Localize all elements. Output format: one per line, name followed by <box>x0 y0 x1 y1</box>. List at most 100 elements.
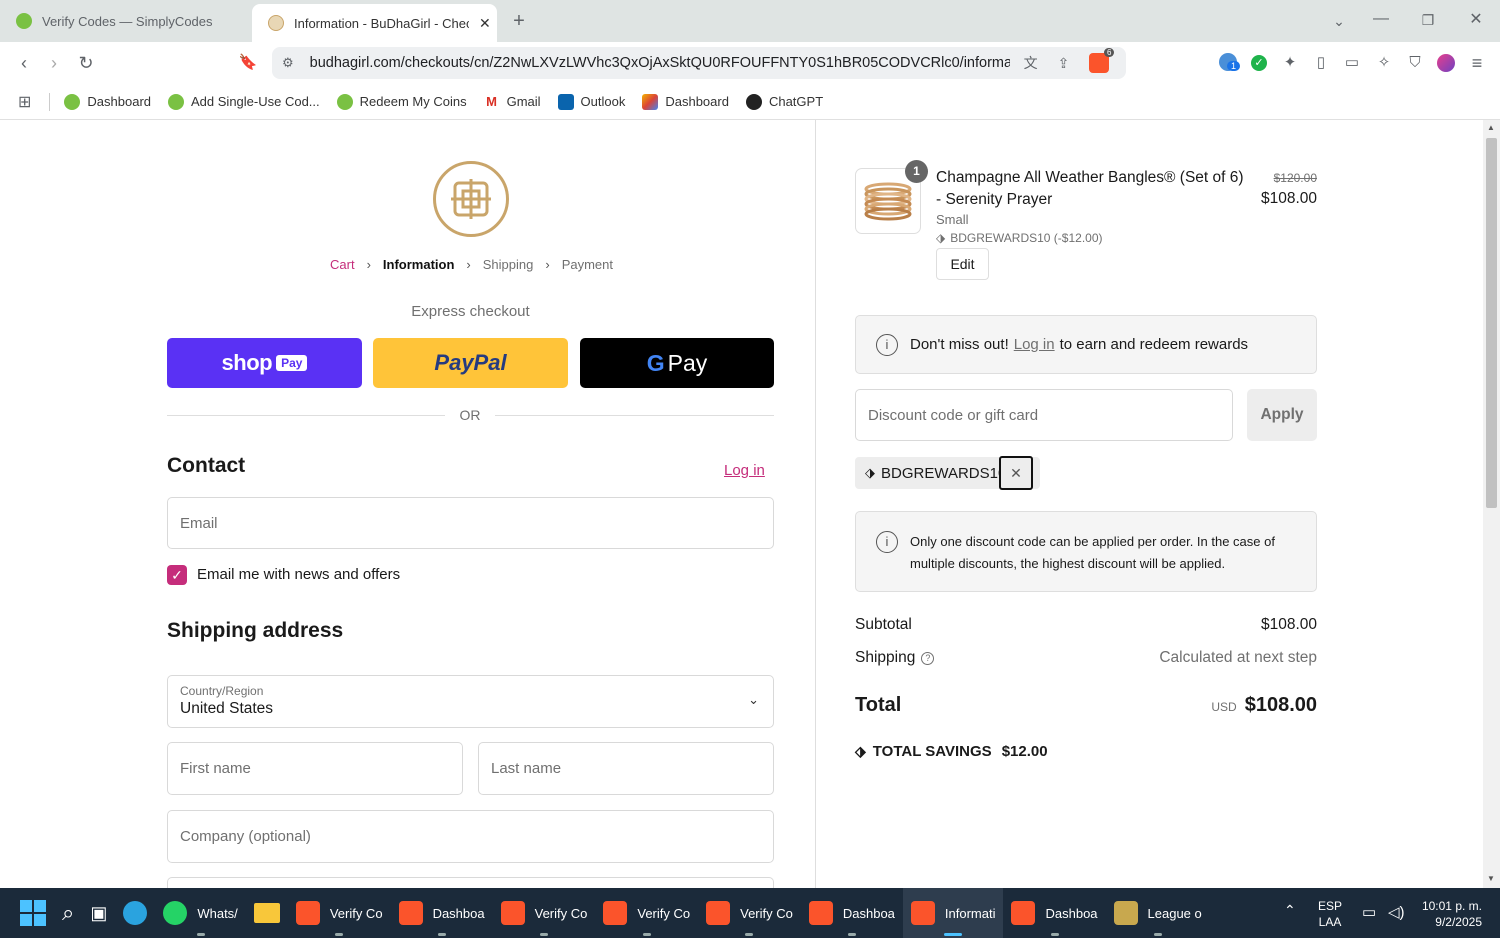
tag-icon: ⬗ <box>936 231 946 245</box>
page-scrollbar[interactable]: ▲ ▼ <box>1483 120 1500 888</box>
scroll-up-icon[interactable]: ▲ <box>1487 123 1495 132</box>
chevron-right-icon: › <box>466 257 471 272</box>
email-field[interactable]: Email <box>167 497 774 549</box>
paypal-button[interactable]: PayPal <box>373 338 568 388</box>
company-field[interactable]: Company (optional) <box>167 810 774 863</box>
time: 10:01 p. m. <box>1421 899 1482 913</box>
url-text[interactable]: budhagirl.com/checkouts/cn/Z2NwLXVzLWVhc… <box>310 55 1010 71</box>
taskbar-app-league[interactable]: League o <box>1106 888 1210 938</box>
telegram-icon <box>123 901 148 925</box>
site-info-icon[interactable]: ⚙ <box>282 55 294 71</box>
telegram-button[interactable] <box>115 888 155 938</box>
minimize-icon[interactable]: — <box>1369 7 1393 31</box>
restore-icon[interactable]: ❐ <box>1416 8 1440 32</box>
share-icon[interactable]: ⇪ <box>1058 55 1070 72</box>
rewards-suffix: to earn and redeem rewards <box>1059 336 1249 353</box>
bookmark-redeem-coins[interactable]: Redeem My Coins <box>336 93 467 110</box>
last-name-field[interactable]: Last name <box>478 742 774 795</box>
shipping-address-heading: Shipping address <box>167 619 344 642</box>
close-tab-icon[interactable]: ✕ <box>479 15 491 32</box>
task-view-icon: ▣ <box>90 902 108 923</box>
extension-badge: 1 <box>1227 61 1241 71</box>
taskbar-app-dashboard-2[interactable]: Dashboa <box>801 888 903 938</box>
menu-icon[interactable]: ≡ <box>1465 51 1489 75</box>
newsletter-checkbox[interactable]: ✓ <box>167 565 187 585</box>
edit-button[interactable]: Edit <box>936 248 989 280</box>
volume-icon[interactable]: ◁) <box>1388 903 1405 921</box>
info-icon: i <box>876 333 898 356</box>
google-pay-button[interactable]: G Pay <box>580 338 774 388</box>
wallet-icon[interactable]: ▭ <box>1340 51 1364 75</box>
login-link[interactable]: Log in <box>724 462 765 479</box>
bookmark-dashboard[interactable]: Dashboard <box>64 93 151 110</box>
tab-search-icon[interactable]: ⌄ <box>1327 9 1351 33</box>
language-indicator[interactable]: ESP LAA <box>1318 898 1342 930</box>
brave-shields-icon[interactable]: 6 <box>1089 48 1115 73</box>
bookmark-chatgpt[interactable]: ChatGPT <box>745 93 823 110</box>
back-icon[interactable]: ‹ <box>12 51 36 75</box>
company-placeholder: Company (optional) <box>180 828 311 845</box>
leo-ai-icon[interactable]: ✧ <box>1372 51 1396 75</box>
budhagirl-logo[interactable] <box>433 161 509 237</box>
first-name-field[interactable]: First name <box>167 742 463 795</box>
scroll-down-icon[interactable]: ▼ <box>1487 874 1495 883</box>
taskbar-app-verify-3[interactable]: Verify Co <box>595 888 698 938</box>
search-button[interactable]: ⌕ <box>54 888 82 938</box>
country-select[interactable]: Country/Region United States ⌄ <box>167 675 774 728</box>
running-indicator <box>335 933 344 936</box>
forward-icon[interactable]: › <box>42 51 66 75</box>
network-icon[interactable]: ▭ <box>1362 903 1376 921</box>
country-value: United States <box>180 700 274 717</box>
reload-icon[interactable]: ↻ <box>74 51 98 75</box>
bookmark-add-single-use[interactable]: Add Single-Use Cod... <box>168 93 320 110</box>
discount-notice-text: Only one discount code can be applied pe… <box>910 534 1275 571</box>
sidebar-icon[interactable]: ▯ <box>1309 51 1333 75</box>
taskbar-app-label: League o <box>1147 905 1202 921</box>
bookmark-gmail[interactable]: M Gmail <box>484 94 540 110</box>
brave-icon <box>1011 901 1036 925</box>
taskbar-app-dashboard-3[interactable]: Dashboa <box>1003 888 1105 938</box>
close-window-icon[interactable]: ✕ <box>1464 8 1488 32</box>
profile-icon[interactable] <box>1437 54 1455 72</box>
paypal-label: PayPal <box>434 350 507 375</box>
tab-verify-codes[interactable]: Verify Codes — SimplyCodes <box>0 0 250 42</box>
taskbar-app-label: Verify Co <box>740 905 793 921</box>
apps-grid-icon[interactable]: ⊞ <box>18 92 31 112</box>
taskbar-app-verify-4[interactable]: Verify Co <box>698 888 801 938</box>
apply-button[interactable]: Apply <box>1247 389 1317 441</box>
extension-icon[interactable]: 1 <box>1219 53 1241 71</box>
clock[interactable]: 10:01 p. m. 9/2/2025 <box>1410 898 1482 930</box>
rewards-banner: i Don't miss out! Log in to earn and red… <box>855 315 1317 374</box>
taskbar-app-whatsapp[interactable]: Whats/ <box>155 888 245 938</box>
vpn-icon[interactable]: ⛉ <box>1403 51 1427 75</box>
taskbar-app-label: Verify Co <box>534 905 588 921</box>
taskbar-app-verify-2[interactable]: Verify Co <box>493 888 596 938</box>
taskbar-app-information[interactable]: Informati <box>902 888 1004 938</box>
task-view-button[interactable]: ▣ <box>82 888 115 938</box>
start-button[interactable] <box>0 888 54 938</box>
help-icon[interactable]: ? <box>921 651 935 665</box>
discount-code-input[interactable]: Discount code or gift card <box>855 389 1233 441</box>
tab-information[interactable]: Information - BuDhaGirl - Chec ✕ <box>252 4 497 42</box>
address-field[interactable] <box>167 877 774 888</box>
address-bar[interactable]: ⚙ budhagirl.com/checkouts/cn/Z2NwLXVzLWV… <box>272 47 1126 79</box>
shop-pay-button[interactable]: shop Pay <box>167 338 362 388</box>
file-explorer-button[interactable] <box>246 888 288 938</box>
rewards-login-link[interactable]: Log in <box>1014 336 1055 353</box>
check-extension-icon[interactable]: ✓ <box>1251 55 1267 71</box>
running-indicator <box>196 933 205 936</box>
extensions-icon[interactable]: ✦ <box>1278 51 1302 75</box>
taskbar-app-dashboard-1[interactable]: Dashboa <box>391 888 493 938</box>
bookmark-outlook[interactable]: Outlook <box>557 93 625 110</box>
translate-icon[interactable]: 文 <box>1024 53 1038 73</box>
scrollbar-thumb[interactable] <box>1486 138 1497 508</box>
bookmark-icon[interactable]: 🔖 <box>236 51 260 75</box>
shipping-value: Calculated at next step <box>1159 649 1317 666</box>
new-tab-icon[interactable]: + <box>507 9 531 33</box>
chevron-up-icon[interactable]: ⌃ <box>1284 902 1296 919</box>
bookmark-dashboard-2[interactable]: Dashboard <box>642 93 729 110</box>
pay-badge: Pay <box>276 355 308 371</box>
taskbar-app-verify-1[interactable]: Verify Co <box>288 888 391 938</box>
breadcrumb-cart[interactable]: Cart <box>330 257 355 272</box>
remove-discount-icon[interactable]: ✕ <box>999 456 1033 490</box>
